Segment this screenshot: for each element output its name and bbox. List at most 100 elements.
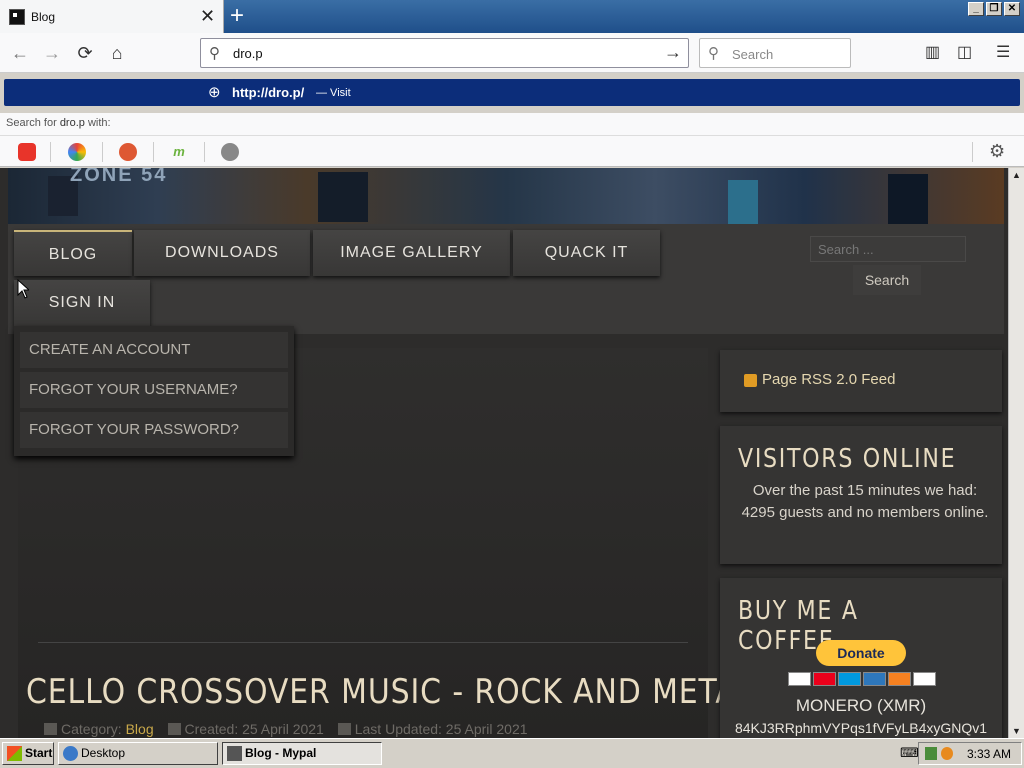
- tray-app-icon[interactable]: [941, 747, 953, 760]
- go-arrow-icon[interactable]: →: [664, 42, 682, 63]
- visa-icon: [788, 672, 811, 686]
- search-for-term: dro.p: [59, 117, 85, 129]
- duckduckgo-engine-icon[interactable]: [119, 143, 137, 161]
- donate-button[interactable]: Donate: [816, 640, 906, 666]
- tab-blog[interactable]: Blog ✕: [0, 0, 224, 33]
- taskbar-blog-mypal[interactable]: Blog - Mypal: [222, 742, 382, 765]
- start-button[interactable]: Start: [2, 742, 54, 765]
- banner-building: [728, 180, 758, 224]
- search-engines-row: m ⚙: [0, 135, 1024, 167]
- home-icon[interactable]: ⌂: [105, 41, 129, 65]
- back-icon[interactable]: ←: [8, 41, 32, 65]
- maestro-icon: [838, 672, 861, 686]
- rss-box: Page RSS 2.0 Feed: [720, 350, 1002, 412]
- mastercard-icon: [813, 672, 836, 686]
- divider: [972, 142, 973, 162]
- category-link[interactable]: Blog: [126, 721, 154, 737]
- minimize-button[interactable]: _: [968, 2, 984, 16]
- windows-logo-icon: [7, 746, 22, 761]
- menu-blog[interactable]: BLOG: [14, 230, 132, 276]
- visitors-box: VISITORS ONLINE Over the past 15 minutes…: [720, 426, 1002, 564]
- site-logo[interactable]: ZONE 54: [70, 168, 167, 187]
- navigation-bar: ← → ⟳ ⌂ ⚲ dro.p → ⚲ Search ▥ ◫ ☰: [0, 33, 1024, 73]
- tab-strip: Blog ✕ + _ ❐ ✕: [0, 0, 1024, 33]
- desktop-label: Desktop: [81, 746, 126, 760]
- new-tab-icon[interactable]: +: [230, 3, 244, 29]
- visit-label: — Visit: [316, 87, 351, 99]
- keyboard-icon[interactable]: ⌨: [900, 745, 919, 761]
- menu-sign-in[interactable]: SIGN IN: [14, 280, 150, 326]
- updated-date: Last Updated: 25 April 2021: [354, 721, 528, 737]
- qwant-engine-icon[interactable]: [68, 143, 86, 161]
- discover-icon: [888, 672, 911, 686]
- amex-icon: [863, 672, 886, 686]
- card-icon: [913, 672, 936, 686]
- category-label: Category:: [61, 721, 122, 737]
- forgot-password-link[interactable]: FORGOT YOUR PASSWORD?: [20, 412, 288, 448]
- monero-address: 84KJ3RRphmVYPqs1fVFyLB4xyGNQv1: [734, 720, 988, 736]
- create-account-link[interactable]: CREATE AN ACCOUNT: [20, 332, 288, 368]
- menu-icon[interactable]: ☰: [996, 42, 1010, 62]
- search-engine-icon[interactable]: [221, 143, 239, 161]
- calendar-icon: [337, 723, 351, 735]
- reload-icon[interactable]: ⟳: [73, 41, 97, 65]
- monero-label: MONERO (XMR): [795, 696, 927, 715]
- rss-icon: [744, 374, 757, 387]
- forward-icon[interactable]: →: [40, 41, 64, 65]
- sidebar-icon[interactable]: ◫: [957, 42, 972, 62]
- search-icon: ⚲: [708, 45, 719, 62]
- visit-suggestion[interactable]: ⊕ http://dro.p/ — Visit: [4, 79, 1020, 106]
- close-window-button[interactable]: ✕: [1004, 2, 1020, 16]
- divider: [153, 142, 154, 162]
- payment-cards: [788, 672, 936, 686]
- close-tab-icon[interactable]: ✕: [200, 6, 215, 26]
- library-icon[interactable]: ▥: [925, 42, 940, 62]
- network-icon[interactable]: [925, 747, 937, 760]
- menu-image-gallery[interactable]: IMAGE GALLERY: [313, 230, 510, 276]
- window-controls: _ ❐ ✕: [968, 2, 1020, 16]
- brave-engine-icon[interactable]: [18, 143, 36, 161]
- start-label: Start: [25, 746, 53, 760]
- article-title[interactable]: CELLO CROSSOVER MUSIC - ROCK AND METAL: [26, 672, 754, 712]
- menu-downloads[interactable]: DOWNLOADS: [134, 230, 310, 276]
- active-window-label: Blog - Mypal: [245, 746, 317, 760]
- ie-icon: [63, 746, 78, 761]
- banner-building: [318, 172, 368, 222]
- created-date: Created: 25 April 2021: [184, 721, 324, 737]
- system-tray: 3:33 AM: [918, 742, 1022, 765]
- mypal-icon: [227, 746, 242, 761]
- search-icon: ⚲: [209, 45, 220, 62]
- gear-icon[interactable]: ⚙: [989, 141, 1005, 162]
- search-for-row: Search for dro.p with:: [0, 113, 1024, 135]
- search-for-prefix: Search for: [6, 117, 57, 129]
- site-search-input[interactable]: Search ...: [810, 236, 966, 262]
- menu-quack-it[interactable]: QUACK IT: [513, 230, 660, 276]
- taskbar-desktop[interactable]: Desktop: [58, 742, 218, 765]
- page-scrollbar[interactable]: ▲ ▼: [1008, 168, 1024, 738]
- sign-in-submenu: CREATE AN ACCOUNT FORGOT YOUR USERNAME? …: [14, 326, 294, 456]
- clock[interactable]: 3:33 AM: [967, 747, 1011, 761]
- taskbar: Start Desktop Blog - Mypal ⌨ 3:33 AM: [0, 738, 1024, 768]
- coffee-box: BUY ME A COFFEE Donate MONERO (XMR) 84KJ…: [720, 578, 1002, 738]
- divider: [50, 142, 51, 162]
- search-input[interactable]: Search: [732, 47, 773, 62]
- banner-building: [888, 174, 928, 224]
- url-bar[interactable]: ⚲ dro.p →: [200, 38, 689, 68]
- search-bar[interactable]: ⚲ Search: [699, 38, 851, 68]
- web-page: ZONE 54 BLOG DOWNLOADS IMAGE GALLERY QUA…: [0, 168, 1010, 738]
- article-meta: Category: Blog Created: 25 April 2021 La…: [34, 721, 528, 737]
- scroll-up-icon[interactable]: ▲: [1012, 170, 1021, 180]
- rss-link[interactable]: Page RSS 2.0 Feed: [762, 371, 895, 388]
- site-search-button[interactable]: Search: [853, 265, 921, 295]
- divider: [102, 142, 103, 162]
- calendar-icon: [167, 723, 181, 735]
- url-input[interactable]: dro.p: [233, 46, 263, 61]
- forgot-username-link[interactable]: FORGOT YOUR USERNAME?: [20, 372, 288, 408]
- divider: [204, 142, 205, 162]
- scroll-down-icon[interactable]: ▼: [1012, 726, 1021, 736]
- visitors-heading: VISITORS ONLINE: [738, 444, 957, 474]
- visit-url: http://dro.p/: [232, 85, 305, 100]
- mojeek-engine-icon[interactable]: m: [170, 143, 188, 161]
- search-for-suffix: with:: [87, 117, 111, 129]
- maximize-button[interactable]: ❐: [986, 2, 1002, 16]
